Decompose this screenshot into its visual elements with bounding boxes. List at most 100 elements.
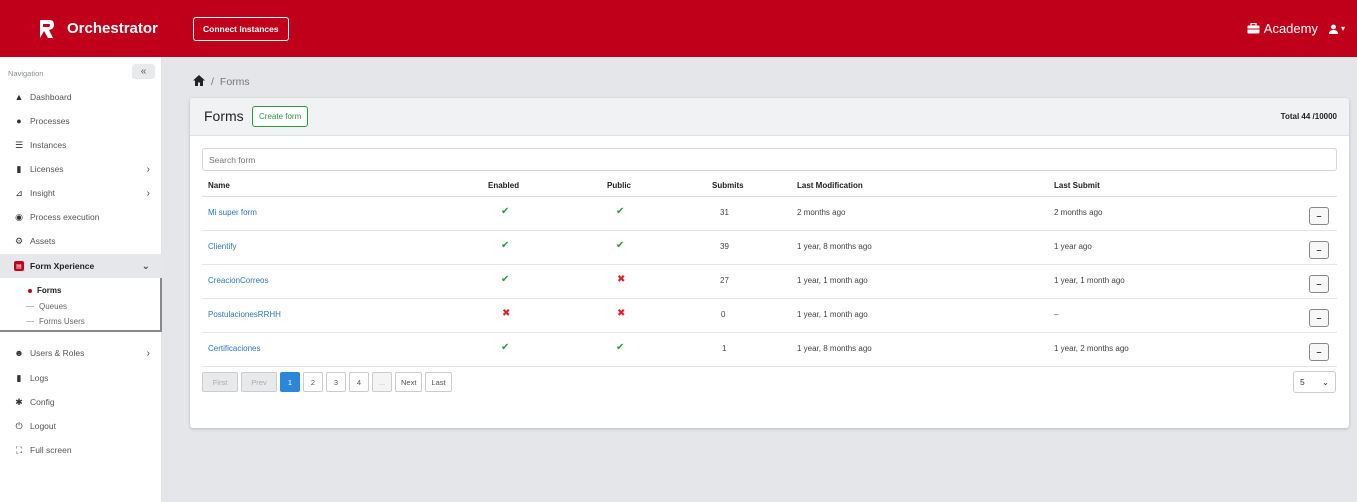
sidebar-item-processes[interactable]: ● Processes bbox=[0, 109, 162, 133]
last-modification: 1 year, 1 month ago bbox=[797, 276, 868, 285]
last-page-button[interactable]: Last bbox=[425, 372, 452, 392]
breadcrumb-separator: / bbox=[211, 76, 214, 88]
cross-icon: ✖ bbox=[502, 308, 511, 319]
last-submit: – bbox=[1054, 310, 1059, 319]
sidebar-item-label: Logout bbox=[30, 421, 56, 431]
sidebar-subitem-label: Queues bbox=[39, 302, 68, 311]
form-name-link[interactable]: Clientify bbox=[208, 242, 236, 251]
user-menu[interactable]: ▾ bbox=[1328, 24, 1345, 34]
column-header-submits[interactable]: Submits bbox=[712, 181, 744, 190]
create-form-button[interactable]: Create form bbox=[252, 106, 309, 127]
row-menu-button[interactable]: – bbox=[1309, 207, 1329, 225]
sidebar-item-process-execution[interactable]: ◉ Process execution bbox=[0, 205, 162, 229]
sidebar-item-config[interactable]: ✱ Config bbox=[0, 390, 162, 414]
row-menu-button[interactable]: – bbox=[1309, 309, 1329, 327]
sidebar-subitem-queues[interactable]: Queues bbox=[26, 302, 67, 311]
column-header-last-modification[interactable]: Last Modification bbox=[797, 181, 863, 190]
breadcrumb: / Forms bbox=[193, 75, 250, 89]
nav-header: Navigation bbox=[8, 69, 44, 78]
chevron-right-icon: › bbox=[146, 347, 150, 359]
sidebar-item-users-roles[interactable]: ☻ Users & Roles › bbox=[0, 341, 162, 365]
home-icon[interactable] bbox=[193, 75, 205, 89]
users-icon: ☻ bbox=[14, 348, 24, 358]
column-header-public[interactable]: Public bbox=[607, 181, 631, 190]
sidebar-item-label: Insight bbox=[30, 188, 56, 198]
sidebar-item-form-xperience[interactable]: ▤ Form Xperience ⌄ bbox=[0, 254, 162, 278]
chevron-down-icon: ⌄ bbox=[1321, 376, 1329, 387]
form-name-link[interactable]: CreacionCorreos bbox=[208, 276, 268, 285]
submits-count: 27 bbox=[720, 276, 729, 285]
table-header: Name Enabled Public Submits Last Modific… bbox=[202, 175, 1337, 197]
sidebar-item-label: Form Xperience bbox=[30, 261, 95, 271]
connect-instances-button[interactable]: Connect Instances bbox=[193, 16, 289, 41]
collapse-sidebar-button[interactable]: « bbox=[132, 64, 155, 79]
user-icon bbox=[1328, 24, 1338, 34]
form-name-link[interactable]: Certificaciones bbox=[208, 344, 260, 353]
org-selector[interactable]: Academy bbox=[1247, 21, 1318, 36]
sidebar-item-licenses[interactable]: ▮ Licenses › bbox=[0, 157, 162, 181]
page-button-3[interactable]: 3 bbox=[326, 372, 346, 392]
cross-icon: ✖ bbox=[617, 308, 626, 319]
prev-page-button[interactable]: Prev bbox=[241, 372, 277, 392]
last-submit: 2 months ago bbox=[1054, 208, 1103, 217]
next-page-button[interactable]: Next bbox=[395, 372, 423, 392]
page-button-4[interactable]: 4 bbox=[349, 372, 369, 392]
active-dot-icon bbox=[28, 288, 32, 293]
top-navbar: Orchestrator Connect Instances Academy ▾ bbox=[0, 0, 1357, 57]
sidebar-item-label: Licenses bbox=[30, 164, 64, 174]
file-icon: ▮ bbox=[16, 163, 22, 174]
check-icon: ✔ bbox=[501, 342, 510, 353]
page-button-1[interactable]: 1 bbox=[280, 372, 300, 392]
sidebar-item-insight[interactable]: ⊿ Insight › bbox=[0, 181, 162, 205]
sidebar-item-label: Process execution bbox=[30, 212, 100, 222]
check-icon: ✔ bbox=[616, 342, 625, 353]
last-modification: 2 months ago bbox=[797, 208, 846, 217]
column-header-enabled[interactable]: Enabled bbox=[488, 181, 519, 190]
sidebar-item-dashboard[interactable]: ▲ Dashboard bbox=[0, 85, 162, 109]
server-icon: ☰ bbox=[14, 139, 24, 150]
check-icon: ✔ bbox=[501, 274, 510, 285]
column-header-last-submit[interactable]: Last Submit bbox=[1054, 181, 1100, 190]
submits-count: 31 bbox=[720, 208, 729, 217]
page-button-2[interactable]: 2 bbox=[303, 372, 323, 392]
sidebar-subitem-label: Forms Users bbox=[39, 317, 85, 326]
row-menu-button[interactable]: – bbox=[1309, 343, 1329, 361]
org-label: Academy bbox=[1263, 21, 1318, 36]
form-name-link[interactable]: Mi super form bbox=[208, 208, 257, 217]
row-menu-button[interactable]: – bbox=[1309, 241, 1329, 259]
search-input[interactable] bbox=[202, 148, 1337, 171]
sidebar-item-logout[interactable]: ⏻ Logout bbox=[0, 414, 162, 438]
row-menu-button[interactable]: – bbox=[1309, 275, 1329, 293]
last-submit: 1 year ago bbox=[1054, 242, 1092, 251]
breadcrumb-current: Forms bbox=[219, 76, 250, 88]
page-title: Forms bbox=[204, 108, 244, 124]
chart-icon: ⊿ bbox=[15, 187, 23, 198]
last-submit: 1 year, 2 months ago bbox=[1054, 344, 1129, 353]
sidebar-item-logs[interactable]: ▮ Logs bbox=[0, 366, 162, 390]
sidebar-subitem-forms-users[interactable]: Forms Users bbox=[26, 317, 85, 326]
page-ellipsis-button[interactable]: ... bbox=[372, 372, 392, 392]
sidebar-item-full-screen[interactable]: ⛶ Full screen bbox=[0, 438, 162, 462]
form-name-link[interactable]: PostulacionesRRHH bbox=[208, 310, 281, 319]
page-size-value: 5 bbox=[1300, 377, 1305, 387]
sidebar-item-label: Users & Roles bbox=[30, 348, 85, 358]
first-page-button[interactable]: First bbox=[202, 372, 238, 392]
table-row: Clientify ✔ ✔ 39 1 year, 8 months ago 1 … bbox=[202, 231, 1337, 265]
sidebar-item-assets[interactable]: ⚙ Assets bbox=[0, 229, 162, 253]
cross-icon: ✖ bbox=[617, 274, 626, 285]
pagination: First Prev 1 2 3 4 ... Next Last bbox=[202, 372, 452, 392]
sidebar-subitem-forms[interactable]: Forms bbox=[26, 286, 61, 295]
sidebar-item-instances[interactable]: ☰ Instances bbox=[0, 133, 162, 157]
chevron-right-icon: › bbox=[146, 163, 150, 175]
page-size-select[interactable]: 5 ⌄ bbox=[1293, 371, 1336, 393]
column-header-name[interactable]: Name bbox=[208, 181, 230, 190]
last-modification: 1 year, 8 months ago bbox=[797, 242, 872, 251]
chevron-down-icon: ⌄ bbox=[141, 260, 150, 272]
sidebar-item-label: Config bbox=[30, 397, 55, 407]
brand[interactable]: Orchestrator bbox=[0, 0, 175, 57]
last-modification: 1 year, 1 month ago bbox=[797, 310, 868, 319]
sidebar-item-label: Dashboard bbox=[30, 92, 72, 102]
check-icon: ✔ bbox=[616, 240, 625, 251]
forms-total: Total 44 /10000 bbox=[1280, 112, 1337, 121]
tree-line-icon bbox=[26, 306, 34, 307]
